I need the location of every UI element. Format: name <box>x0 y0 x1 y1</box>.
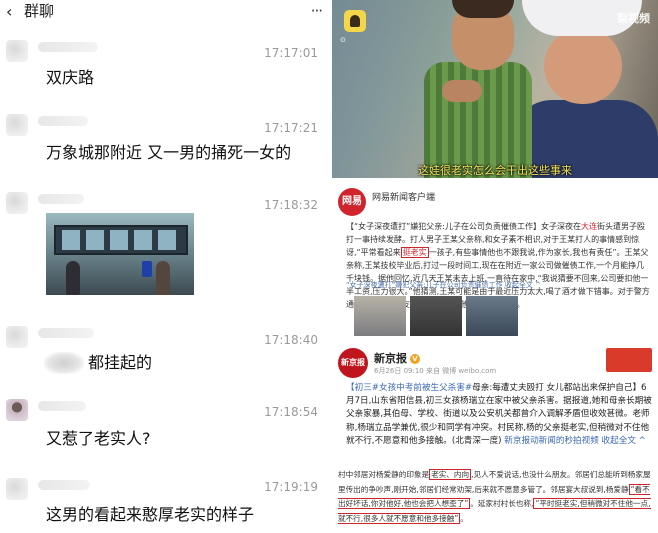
chat-title: 群聊 <box>24 2 55 20</box>
avatar[interactable] <box>6 326 28 348</box>
post-thumbnail[interactable] <box>466 296 518 336</box>
photo-person-silhouette <box>66 261 80 295</box>
post-thumbnail[interactable] <box>410 296 462 336</box>
excerpt-part: 村中邻居对杨爱静的印象是 <box>338 470 430 479</box>
chat-panel: ‹ 群聊 ··· 17:17:01 双庆路 17:17:21 万象城那附近 又一… <box>0 0 330 533</box>
message-text: 都挂起的 <box>88 353 153 372</box>
message-timestamp: 17:17:01 <box>264 46 318 60</box>
avatar[interactable] <box>6 192 28 214</box>
photo-bus-window <box>62 230 80 250</box>
video-app-caption: ⊙ <box>340 36 346 44</box>
photo-message[interactable] <box>46 213 194 295</box>
video-subtitle: 这娃很老实怎么会干出这些事来 <box>418 164 572 177</box>
message-timestamp: 17:18:40 <box>264 333 318 347</box>
avatar[interactable] <box>6 114 28 136</box>
excerpt-part: 。 <box>470 499 478 509</box>
photo-bus-shape <box>54 225 188 255</box>
video-boy-figure <box>424 62 532 178</box>
article-excerpt: 村中邻居对杨爱静的印象是 老实、内向 ,见人不爱说话,也没什么朋友。邻居们总能听到杨… <box>332 462 658 533</box>
account-name: 新京报 <box>374 352 407 365</box>
screenshot-root: ‹ 群聊 ··· 17:17:01 双庆路 17:17:21 万象城那附近 又一… <box>0 0 658 533</box>
message-text: 又惹了老实人? <box>46 429 151 448</box>
video-frame[interactable]: ⊙ 梨视频 这娃很老实怎么会干出这些事来 <box>332 0 658 178</box>
message-timestamp: 17:19:19 <box>264 480 318 494</box>
sender-name-redacted <box>38 480 90 490</box>
photo-bus-window <box>158 230 176 250</box>
sender-name-redacted <box>38 42 98 52</box>
post-thumbnail[interactable] <box>354 296 406 336</box>
netease-news-card[interactable]: 网易 网易新闻客户端 【“女子深夜遭打”嫌犯父亲:儿子在公司负责催债工作】女子深… <box>332 184 658 340</box>
post-meta: 6月26日 09:10 来自 微博 weibo.com <box>374 367 497 375</box>
avatar[interactable] <box>6 40 28 62</box>
post-collapse-link[interactable]: “女子深夜遭打”嫌犯父亲:儿子在公司负责催债工作 收起全文 ^ <box>346 280 541 290</box>
netease-logo: 网易 <box>338 188 366 216</box>
post-body-boxed: 挺老实 <box>400 247 429 258</box>
avatar[interactable] <box>6 399 28 421</box>
sender-name-redacted <box>38 328 94 338</box>
message-text: 双庆路 <box>46 68 95 87</box>
post-body: 【初三#女孩中考前被生父杀害#母亲:每遭丈夫殴打 女儿都站出来保护自己】6月7日… <box>346 382 652 448</box>
more-options-icon[interactable]: ··· <box>311 2 323 20</box>
message-blurred-prefix <box>44 352 84 374</box>
article-excerpt-text: 村中邻居对杨爱静的印象是 老实、内向 ,见人不爱说话,也没什么朋友。邻居们总能听到杨… <box>338 468 654 526</box>
xinjingbao-avatar[interactable]: 新京报 <box>338 348 368 378</box>
excerpt-boxed: 老实、内向 <box>429 469 472 480</box>
post-body-part: 【“女子深夜遭打”嫌犯父亲:儿子在公司负责催债工作】女子深夜在 <box>346 222 581 231</box>
video-boy-hands <box>442 80 482 102</box>
message-timestamp: 17:17:21 <box>264 121 318 135</box>
post-body-highlight: 大连 <box>580 222 597 231</box>
xinjingbao-weibo-card[interactable]: 新京报 新京报 V 6月26日 09:10 来自 微博 weibo.com 【初三… <box>332 346 658 460</box>
chat-topbar: ‹ 群聊 ··· <box>0 0 330 26</box>
message-timestamp: 17:18:54 <box>264 405 318 419</box>
xinjingbao-account[interactable]: 新京报 V <box>374 350 420 366</box>
sender-name-redacted <box>38 194 84 204</box>
avatar[interactable] <box>6 478 28 500</box>
photo-person-silhouette <box>156 261 170 295</box>
video-woman-face <box>544 28 622 104</box>
sender-name-redacted <box>38 116 88 126</box>
post-video-link[interactable]: 新京报动新闻的秒拍视频 收起全文 ^ <box>504 436 646 446</box>
excerpt-part: 延家村村长也称, <box>477 499 534 509</box>
post-hashtag[interactable]: 【初三#女孩中考前被生父杀害# <box>346 383 472 393</box>
video-boy-hair <box>452 0 514 18</box>
account-banner-image <box>606 348 652 372</box>
excerpt-part: 。 <box>460 513 468 523</box>
message-text: 这男的看起来憨厚老实的样子 <box>46 505 255 524</box>
photo-bus-window <box>110 230 128 250</box>
news-screenshot-panel: ⊙ 梨视频 这娃很老实怎么会干出这些事来 网易 网易新闻客户端 【“女子深夜遭打… <box>332 0 658 533</box>
sender-name-redacted <box>38 401 86 411</box>
message-text: 万象城那附近 又一男的捅死一女的 <box>46 143 292 162</box>
photo-bus-window <box>86 230 104 250</box>
photo-phone-shape <box>142 261 152 277</box>
photo-bus-window <box>134 230 152 250</box>
post-source: 网易新闻客户端 <box>372 193 436 203</box>
message-timestamp: 17:18:32 <box>264 198 318 212</box>
video-watermark: 梨视频 <box>617 12 650 25</box>
verified-badge-icon: V <box>410 354 420 364</box>
app-logo-icon <box>344 10 366 32</box>
back-arrow-icon[interactable]: ‹ <box>6 3 12 21</box>
